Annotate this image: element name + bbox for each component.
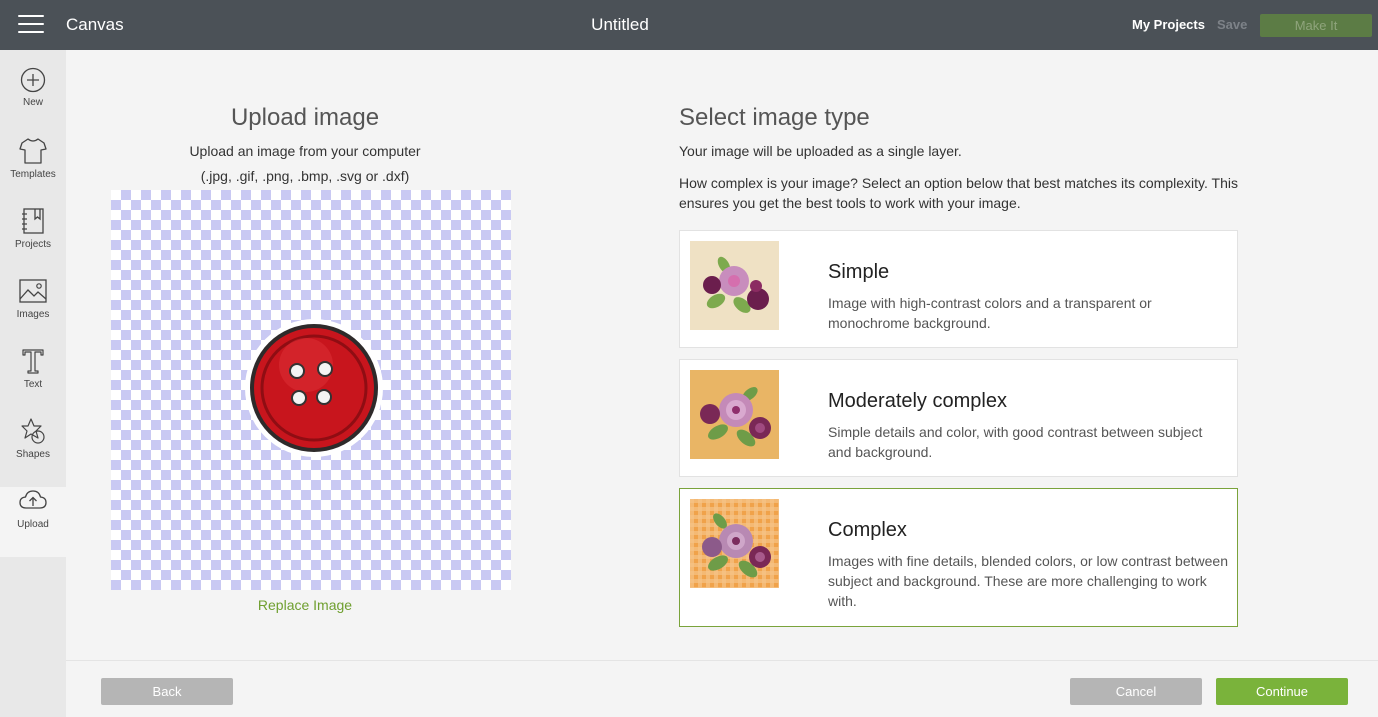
sidebar-item-label: Shapes — [16, 449, 50, 460]
complex-flower-thumbnail — [690, 499, 779, 588]
replace-image-link[interactable]: Replace Image — [66, 597, 544, 613]
sidebar-item-images[interactable]: Images — [0, 277, 66, 347]
sidebar-item-new[interactable]: New — [0, 67, 66, 137]
sidebar-item-upload[interactable]: Upload — [0, 487, 66, 557]
sidebar-item-label: Projects — [14, 239, 52, 250]
select-type-title: Select image type — [679, 104, 870, 131]
red-button-image — [245, 319, 383, 457]
option-title: Simple — [828, 261, 890, 283]
upload-extensions: (.jpg, .gif, .png, .bmp, .svg or .dxf) — [200, 168, 410, 184]
option-title: Complex — [828, 519, 907, 541]
upload-subtitle: Upload an image from your computer — [189, 143, 421, 159]
option-description: Image with high-contrast colors and a tr… — [828, 295, 1152, 331]
select-type-subtitle: Your image will be uploaded as a single … — [679, 143, 962, 159]
option-simple[interactable]: Simple Image with high-contrast colors a… — [679, 230, 1238, 348]
sidebar-item-label: Text — [23, 379, 43, 390]
sidebar-item-text[interactable]: Text — [0, 347, 66, 417]
image-icon — [19, 279, 47, 303]
cloud-upload-icon — [19, 490, 47, 509]
upload-title: Upload image — [230, 104, 380, 131]
option-moderately-complex[interactable]: Moderately complex Simple details and co… — [679, 359, 1238, 477]
sidebar-item-label: Templates — [10, 169, 56, 180]
image-preview — [111, 190, 511, 590]
moderate-flower-thumbnail — [690, 370, 779, 459]
notebook-icon — [22, 208, 44, 234]
sidebar-item-label: Upload — [17, 519, 49, 530]
footer-bar: Back Cancel Continue — [66, 660, 1378, 717]
continue-button[interactable]: Continue — [1216, 678, 1348, 705]
sidebar-item-shapes[interactable]: Shapes — [0, 417, 66, 487]
simple-flower-thumbnail — [690, 241, 779, 330]
complexity-question: How complex is your image? Select an opt… — [679, 175, 1238, 211]
top-bar: Canvas Untitled My Projects Save Make It — [0, 0, 1378, 50]
document-title[interactable]: Untitled — [0, 15, 1240, 35]
text-icon — [22, 349, 44, 374]
back-button[interactable]: Back — [101, 678, 233, 705]
option-title: Moderately complex — [828, 390, 1007, 412]
sidebar: New Templates Projects Images Text Shape… — [0, 50, 66, 717]
option-description: Images with fine details, blended colors… — [828, 553, 1228, 609]
my-projects-link[interactable]: My Projects — [1132, 17, 1205, 32]
cancel-button[interactable]: Cancel — [1070, 678, 1202, 705]
make-it-button[interactable]: Make It — [1260, 14, 1372, 37]
shapes-icon — [21, 418, 45, 444]
plus-circle-icon — [20, 67, 46, 93]
sidebar-item-templates[interactable]: Templates — [0, 137, 66, 207]
tshirt-icon — [19, 138, 47, 164]
sidebar-item-projects[interactable]: Projects — [0, 207, 66, 277]
sidebar-item-label: New — [22, 97, 43, 108]
main-content: Upload image Upload an image from your c… — [66, 50, 1378, 660]
option-complex[interactable]: Complex Images with fine details, blende… — [679, 488, 1238, 627]
sidebar-item-label: Images — [16, 309, 50, 320]
save-button[interactable]: Save — [1217, 17, 1247, 32]
option-description: Simple details and color, with good cont… — [828, 424, 1203, 460]
